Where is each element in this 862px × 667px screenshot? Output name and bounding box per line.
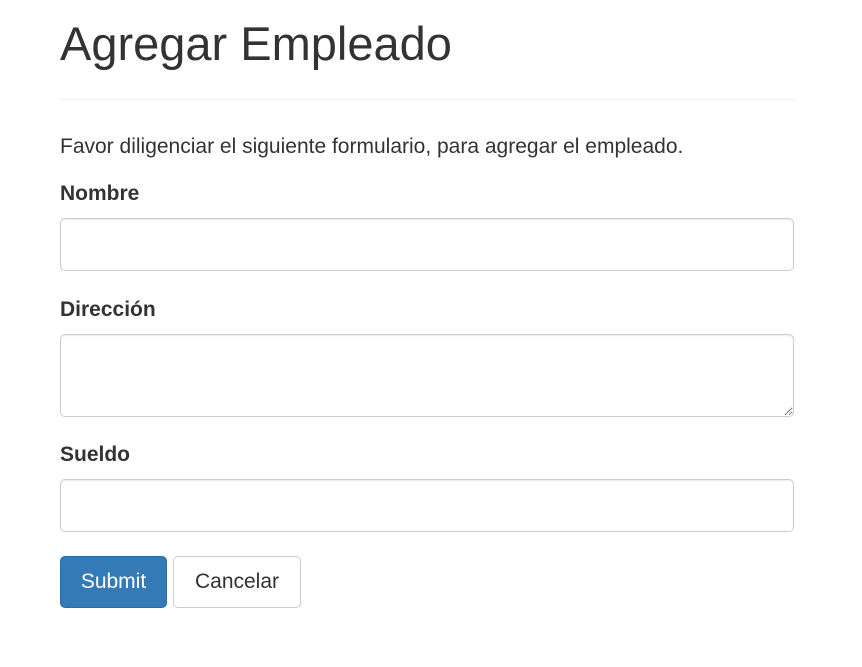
nombre-label: Nombre [60,182,140,205]
intro-text: Favor diligenciar el siguiente formulari… [60,135,684,158]
submit-button[interactable]: Submit [60,556,167,608]
direccion-textarea[interactable] [60,334,794,417]
page-title: Agregar Empleado [60,17,452,70]
sueldo-input[interactable] [60,479,794,532]
page: Agregar Empleado Favor diligenciar el si… [0,0,862,667]
title-divider [60,99,794,100]
nombre-input[interactable] [60,218,794,271]
direccion-label: Dirección [60,298,156,321]
cancel-button[interactable]: Cancelar [173,556,301,608]
sueldo-label: Sueldo [60,443,131,466]
